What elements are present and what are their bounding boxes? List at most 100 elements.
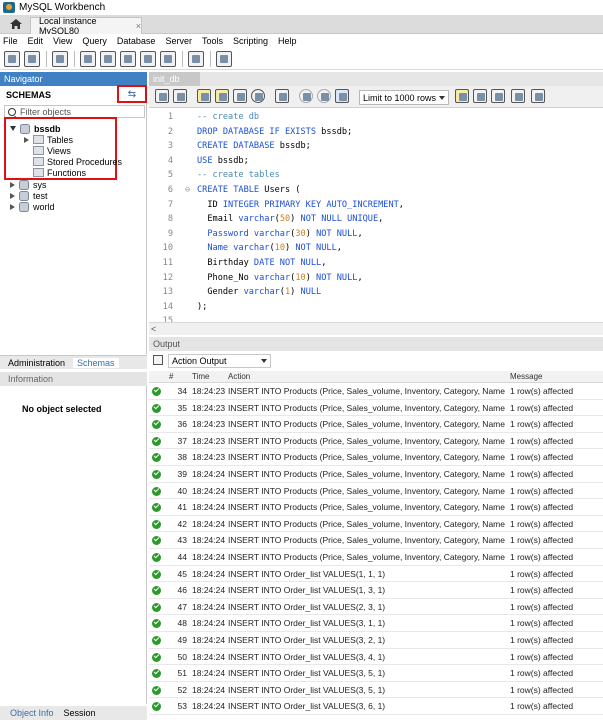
menu-help[interactable]: Help (278, 36, 297, 46)
output-row[interactable]: 53 18:24:24 INSERT INTO Order_list VALUES(… (149, 698, 603, 715)
output-row[interactable]: 45 18:24:24 INSERT INTO Order_list VALUES(… (149, 566, 603, 583)
create-schema-icon[interactable] (80, 51, 96, 67)
output-row[interactable]: 47 18:24:24 INSERT INTO Order_list VALUES(… (149, 599, 603, 616)
navigator-tabs: Administration Schemas (0, 355, 147, 369)
tab-schemas[interactable]: Schemas (73, 357, 119, 368)
menu-edit[interactable]: Edit (28, 36, 44, 46)
output-row[interactable]: 46 18:24:24 INSERT INTO Order_list VALUES(… (149, 582, 603, 599)
row-message: 1 row(s) affected (510, 452, 574, 463)
reconnect-icon[interactable] (216, 51, 232, 67)
create-function-icon[interactable] (160, 51, 176, 67)
execute-icon[interactable] (197, 89, 211, 103)
menu-scripting[interactable]: Scripting (233, 36, 268, 46)
toggle-error-icon[interactable] (275, 89, 289, 103)
invisible-chars-icon[interactable] (511, 89, 525, 103)
code-text: Phone_No varchar(10) NOT NULL, (197, 272, 363, 283)
row-time: 18:24:23 (192, 386, 226, 396)
collapse-arrow-icon[interactable] (24, 136, 29, 143)
stop-icon[interactable] (251, 89, 265, 103)
auto-commit-icon[interactable] (335, 89, 349, 103)
execute-current-icon[interactable] (215, 89, 229, 103)
row-action: INSERT INTO Products (Price, Sales_volum… (228, 435, 505, 446)
row-number: 35 (177, 402, 187, 413)
tree-item-functions[interactable]: Functions (33, 167, 86, 178)
output-row[interactable]: 51 18:24:24 INSERT INTO Order_list VALUES(… (149, 665, 603, 682)
schema-test[interactable]: test (10, 190, 48, 201)
output-row[interactable]: 44 18:24:24 INSERT INTO Products (Price, S… (149, 549, 603, 566)
tab-session[interactable]: Session (64, 708, 96, 718)
row-number: 43 (177, 535, 187, 546)
search-table-data-icon[interactable] (188, 51, 204, 67)
output-row[interactable]: 52 18:24:24 INSERT INTO Order_list VALUES(… (149, 682, 603, 699)
copy-output-icon[interactable] (153, 355, 163, 365)
expand-arrow-icon[interactable] (10, 192, 15, 199)
output-row[interactable]: 50 18:24:24 INSERT INTO Order_list VALUES(… (149, 649, 603, 666)
commit-icon[interactable] (299, 89, 313, 103)
row-message: 1 row(s) affected (510, 469, 574, 479)
beautify-icon[interactable] (473, 89, 487, 103)
output-row[interactable]: 35 18:24:23 INSERT INTO Products (Price, S… (149, 400, 603, 417)
fold-icon[interactable]: ⊖ (185, 185, 190, 195)
menu-view[interactable]: View (53, 36, 72, 46)
tree-item-views[interactable]: Views (33, 145, 71, 156)
tree-item-stored-procedures[interactable]: Stored Procedures (33, 156, 122, 167)
close-tab-icon[interactable]: × (136, 21, 141, 31)
output-row[interactable]: 41 18:24:24 INSERT INTO Products (Price, S… (149, 499, 603, 516)
line-number: 6 (167, 185, 173, 195)
output-row[interactable]: 38 18:24:23 INSERT INTO Products (Price, S… (149, 449, 603, 466)
explain-icon[interactable] (233, 89, 247, 103)
code-line: 1 -- create db (149, 112, 603, 127)
output-row[interactable]: 42 18:24:24 INSERT INTO Products (Price, S… (149, 516, 603, 533)
schema-world[interactable]: world (10, 201, 55, 212)
sql-editor-tab[interactable]: init_db (149, 72, 200, 86)
create-view-icon[interactable] (120, 51, 136, 67)
wrap-icon[interactable] (531, 89, 545, 103)
bookmark-icon[interactable] (455, 89, 469, 103)
editor-horizontal-scrollbar[interactable]: < (149, 322, 603, 335)
menu-tools[interactable]: Tools (202, 36, 223, 46)
expand-arrow-icon[interactable] (10, 203, 15, 210)
tab-object-info[interactable]: Object Info (10, 708, 54, 718)
schema-bssdb[interactable]: bssdb (10, 123, 61, 134)
open-sql-script-icon[interactable] (24, 51, 40, 67)
home-icon[interactable] (8, 16, 24, 32)
output-row[interactable]: 40 18:24:24 INSERT INTO Products (Price, S… (149, 483, 603, 500)
row-message: 1 row(s) affected (510, 485, 574, 496)
menu-server[interactable]: Server (165, 36, 192, 46)
menu-database[interactable]: Database (117, 36, 156, 46)
line-number: 7 (167, 199, 173, 210)
output-row[interactable]: 49 18:24:24 INSERT INTO Order_list VALUES(… (149, 632, 603, 649)
inspector-icon[interactable] (52, 51, 68, 67)
success-check-icon (152, 486, 161, 496)
limit-rows-select[interactable]: Limit to 1000 rows (359, 90, 449, 105)
menu-query[interactable]: Query (82, 36, 107, 46)
refresh-schemas-button[interactable]: ⇆ (117, 85, 147, 103)
create-table-icon[interactable] (100, 51, 116, 67)
output-row[interactable]: 43 18:24:24 INSERT INTO Products (Price, S… (149, 532, 603, 549)
menu-file[interactable]: File (3, 36, 18, 46)
rollback-icon[interactable] (317, 89, 331, 103)
output-row[interactable]: 34 18:24:23 INSERT INTO Products (Price, S… (149, 383, 603, 400)
row-number: 53 (177, 701, 187, 712)
output-row[interactable]: 36 18:24:23 INSERT INTO Products (Price, S… (149, 416, 603, 433)
schema-sys[interactable]: sys (10, 179, 47, 190)
output-row[interactable]: 39 18:24:24 INSERT INTO Products (Price, S… (149, 466, 603, 483)
new-sql-tab-icon[interactable] (4, 51, 20, 67)
tree-item-tables[interactable]: Tables (24, 134, 73, 145)
row-message: 1 row(s) affected (510, 668, 574, 679)
save-icon[interactable] (173, 89, 187, 103)
row-message: 1 row(s) affected (510, 552, 574, 562)
row-number: 50 (177, 651, 187, 662)
output-row[interactable]: 37 18:24:23 INSERT INTO Products (Price, S… (149, 433, 603, 450)
expand-arrow-icon[interactable] (10, 126, 16, 131)
scroll-left-icon[interactable]: < (151, 324, 156, 334)
open-file-icon[interactable] (155, 89, 169, 103)
output-type-select[interactable]: Action Output (168, 354, 271, 368)
tab-administration[interactable]: Administration (8, 358, 65, 368)
create-procedure-icon[interactable] (140, 51, 156, 67)
output-row[interactable]: 48 18:24:24 INSERT INTO Order_list VALUES(… (149, 615, 603, 632)
find-icon[interactable] (491, 89, 505, 103)
expand-arrow-icon[interactable] (10, 181, 15, 188)
connection-tab[interactable]: Local instance MySQL80 × (30, 16, 142, 36)
sql-code-editor[interactable]: 1 -- create db 2 DROP DATABASE IF EXISTS bs… (149, 108, 603, 326)
